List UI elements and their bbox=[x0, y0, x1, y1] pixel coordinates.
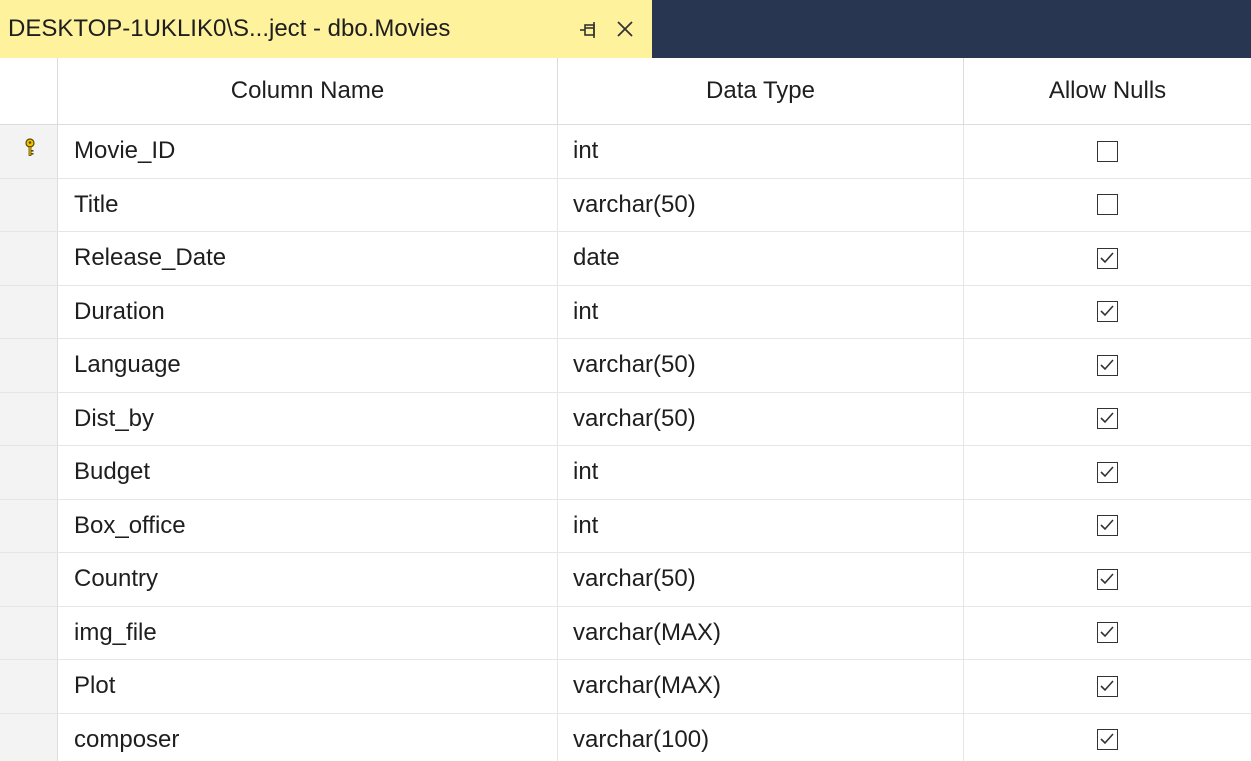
table-row[interactable]: Language varchar(50) bbox=[0, 339, 1251, 393]
allow-nulls-cell bbox=[964, 714, 1251, 761]
table-designer-window: DESKTOP-1UKLIK0\S...ject - dbo.Movies Co… bbox=[0, 0, 1251, 761]
allow-nulls-cell bbox=[964, 660, 1251, 713]
allow-nulls-checkbox[interactable] bbox=[1097, 622, 1118, 644]
allow-nulls-cell bbox=[964, 125, 1251, 178]
column-name-cell[interactable]: Plot bbox=[58, 660, 558, 713]
row-selector[interactable] bbox=[0, 285, 58, 338]
document-tab-strip: DESKTOP-1UKLIK0\S...ject - dbo.Movies bbox=[0, 0, 1251, 58]
data-type-cell[interactable]: varchar(MAX) bbox=[558, 606, 964, 659]
allow-nulls-cell bbox=[964, 393, 1251, 446]
row-selector[interactable] bbox=[0, 125, 58, 178]
allow-nulls-checkbox[interactable] bbox=[1097, 194, 1118, 216]
allow-nulls-checkbox[interactable] bbox=[1097, 461, 1118, 483]
allow-nulls-checkbox[interactable] bbox=[1097, 515, 1118, 537]
row-selector[interactable] bbox=[0, 606, 58, 659]
table-row[interactable]: Plot varchar(MAX) bbox=[0, 660, 1251, 714]
table-row[interactable]: Country varchar(50) bbox=[0, 553, 1251, 607]
table-row[interactable]: Budget int bbox=[0, 446, 1251, 500]
column-name-cell[interactable]: Language bbox=[58, 339, 558, 392]
column-name-cell[interactable]: Budget bbox=[58, 446, 558, 499]
table-row[interactable]: img_file varchar(MAX) bbox=[0, 606, 1251, 660]
table-row[interactable]: Box_office int bbox=[0, 499, 1251, 553]
data-type-cell[interactable]: varchar(50) bbox=[558, 339, 964, 392]
row-selector[interactable] bbox=[0, 178, 58, 231]
allow-nulls-cell bbox=[964, 339, 1251, 392]
tab-title: DESKTOP-1UKLIK0\S...ject - dbo.Movies bbox=[8, 15, 451, 42]
allow-nulls-cell bbox=[964, 553, 1251, 606]
row-selector[interactable] bbox=[0, 392, 58, 445]
allow-nulls-cell bbox=[964, 179, 1251, 232]
allow-nulls-cell bbox=[964, 446, 1251, 499]
column-name-header[interactable]: Column Name bbox=[58, 58, 558, 124]
pin-icon[interactable] bbox=[578, 19, 600, 41]
row-selector[interactable] bbox=[0, 553, 58, 606]
table-row[interactable]: composer varchar(100) bbox=[0, 713, 1251, 761]
row-selector[interactable] bbox=[0, 339, 58, 392]
column-name-cell[interactable]: Dist_by bbox=[58, 392, 558, 445]
grid-header-row: Column Name Data Type Allow Nulls bbox=[0, 58, 1251, 125]
allow-nulls-checkbox[interactable] bbox=[1097, 729, 1118, 751]
table-row[interactable]: Release_Date date bbox=[0, 232, 1251, 286]
allow-nulls-header[interactable]: Allow Nulls bbox=[964, 58, 1251, 124]
allow-nulls-cell bbox=[964, 286, 1251, 339]
table-row[interactable]: Dist_by varchar(50) bbox=[0, 392, 1251, 446]
column-name-cell[interactable]: Country bbox=[58, 553, 558, 606]
row-selector[interactable] bbox=[0, 660, 58, 713]
allow-nulls-checkbox[interactable] bbox=[1097, 354, 1118, 376]
table-row[interactable]: Title varchar(50) bbox=[0, 178, 1251, 232]
allow-nulls-checkbox[interactable] bbox=[1097, 568, 1118, 590]
primary-key-icon bbox=[24, 137, 36, 165]
allow-nulls-cell bbox=[964, 500, 1251, 553]
column-name-cell[interactable]: img_file bbox=[58, 606, 558, 659]
row-selector[interactable] bbox=[0, 232, 58, 285]
column-name-cell[interactable]: Title bbox=[58, 178, 558, 231]
allow-nulls-checkbox[interactable] bbox=[1097, 247, 1118, 269]
allow-nulls-checkbox[interactable] bbox=[1097, 675, 1118, 697]
tab-strip-background bbox=[652, 0, 1251, 58]
data-type-cell[interactable]: varchar(100) bbox=[558, 713, 964, 761]
column-name-cell[interactable]: Duration bbox=[58, 285, 558, 338]
table-row[interactable]: Movie_ID int bbox=[0, 125, 1251, 179]
column-name-cell[interactable]: Movie_ID bbox=[58, 125, 558, 178]
data-type-cell[interactable]: int bbox=[558, 285, 964, 338]
data-type-cell[interactable]: varchar(50) bbox=[558, 553, 964, 606]
column-name-cell[interactable]: Release_Date bbox=[58, 232, 558, 285]
data-type-cell[interactable]: date bbox=[558, 232, 964, 285]
allow-nulls-checkbox[interactable] bbox=[1097, 140, 1118, 162]
column-name-cell[interactable]: Box_office bbox=[58, 499, 558, 552]
allow-nulls-cell bbox=[964, 232, 1251, 285]
table-row[interactable]: Duration int bbox=[0, 285, 1251, 339]
document-tab[interactable]: DESKTOP-1UKLIK0\S...ject - dbo.Movies bbox=[0, 0, 652, 58]
data-type-header[interactable]: Data Type bbox=[558, 58, 964, 124]
column-name-cell[interactable]: composer bbox=[58, 713, 558, 761]
allow-nulls-cell bbox=[964, 607, 1251, 660]
data-type-cell[interactable]: int bbox=[558, 125, 964, 178]
column-grid: Column Name Data Type Allow Nulls Movie_… bbox=[0, 58, 1251, 761]
data-type-cell[interactable]: int bbox=[558, 446, 964, 499]
data-type-cell[interactable]: varchar(50) bbox=[558, 178, 964, 231]
row-selector[interactable] bbox=[0, 446, 58, 499]
row-selector[interactable] bbox=[0, 713, 58, 761]
data-type-cell[interactable]: varchar(MAX) bbox=[558, 660, 964, 713]
data-type-cell[interactable]: int bbox=[558, 499, 964, 552]
close-icon[interactable] bbox=[614, 18, 636, 40]
data-type-cell[interactable]: varchar(50) bbox=[558, 392, 964, 445]
row-selector-header bbox=[0, 58, 58, 124]
allow-nulls-checkbox[interactable] bbox=[1097, 408, 1118, 430]
allow-nulls-checkbox[interactable] bbox=[1097, 301, 1118, 323]
row-selector[interactable] bbox=[0, 499, 58, 552]
